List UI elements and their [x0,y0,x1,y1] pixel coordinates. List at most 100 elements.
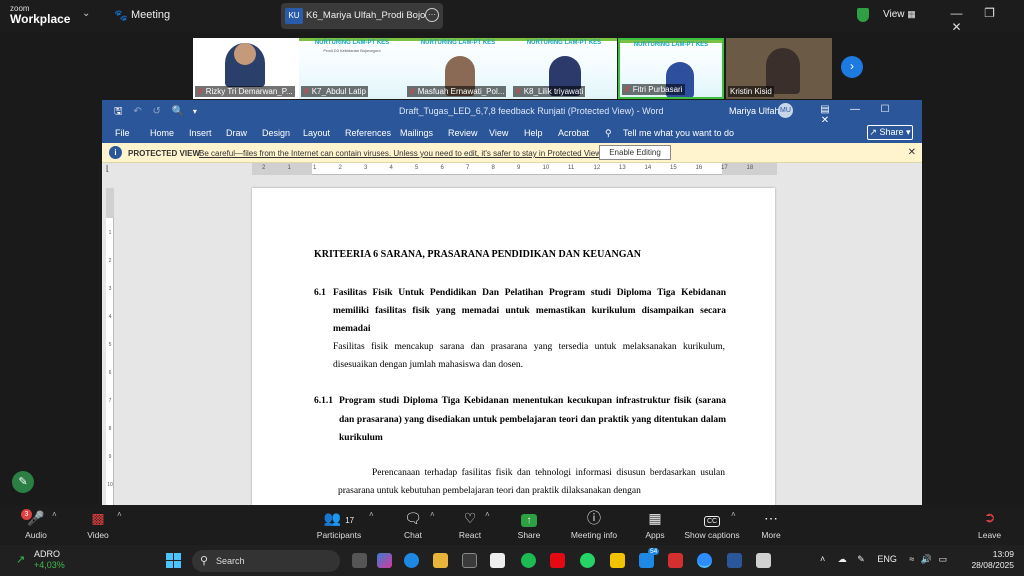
tab-acrobat[interactable]: Acrobat [558,128,589,138]
sticky-notes-icon[interactable] [610,553,625,568]
restore-icon[interactable]: ☐ [870,104,900,115]
whatsapp-icon[interactable] [580,553,595,568]
video-options[interactable]: ˄ [117,509,122,519]
participant-tile[interactable]: NURTURING LAM-PT KES Prodi D3 Kebidanan … [299,38,405,99]
grid-icon: ▦ [907,9,916,19]
zoom-icon[interactable] [697,553,712,568]
telegram-icon[interactable] [639,553,654,568]
meeting-label[interactable]: Meeting [131,9,170,21]
captions-options[interactable]: ˄ [731,509,736,519]
snipping-icon[interactable] [756,553,771,568]
acrobat-icon[interactable] [668,553,683,568]
tab-help[interactable]: Help [524,128,543,138]
ruler-tick-label: 3 [364,165,368,171]
vertical-ruler[interactable]: 1 2 3 4 5 6 7 8 9 10 [106,188,114,505]
clock[interactable]: 13:09 28/08/2025 [970,549,1014,571]
edge-icon[interactable] [404,553,419,568]
cloud-icon[interactable]: ☁ [838,554,847,564]
horizontal-ruler[interactable]: 2 1 1 2 3 4 5 6 7 8 9 10 11 12 13 14 15 16 17 18 [252,163,777,175]
chevron-down-icon[interactable]: ⌄ [82,8,90,19]
volume-icon[interactable]: 🔊 [921,554,932,564]
share-screen-button[interactable]: ↑ Share [513,509,545,540]
ruler-tick-label: 1 [287,165,291,171]
print-preview-icon[interactable]: 🔍 [172,106,184,117]
task-view-icon[interactable] [352,553,367,568]
participant-tile[interactable]: NURTURING LAM-PT KES ✗ Masfuah Ernawati_P… [405,38,511,99]
file-explorer-icon[interactable] [433,553,448,568]
customize-icon[interactable]: ▾ [193,107,197,116]
chevron-up-icon: ˄ [52,510,57,519]
participant-tile-active[interactable]: NURTURING LAM-PT KES ✗ Fitri Purbasari [618,38,724,99]
next-page-button[interactable]: › [841,56,863,78]
tab-home[interactable]: Home [150,128,174,138]
share-button[interactable]: ↗ Share ▾ [867,125,913,140]
ruler-tick-label: 4 [108,314,112,320]
copilot-icon[interactable] [377,553,392,568]
tab-design[interactable]: Design [262,128,290,138]
language-indicator[interactable]: ENG [877,554,897,564]
participants-options[interactable]: ˄ [369,509,374,519]
gallery-icon[interactable] [490,553,505,568]
undo-icon[interactable]: ↶ [133,106,141,117]
netflix-icon[interactable] [550,553,565,568]
react-button[interactable]: ♡ React [455,509,485,540]
more-icon[interactable]: ⋯ [425,8,439,22]
document-page[interactable]: KRITEERIA 6 SARANA, PRASARANA PENDIDIKAN… [252,188,908,531]
meeting-info-button[interactable]: ⓘ Meeting info [568,509,620,540]
close-icon[interactable]: ✕ [908,147,916,158]
react-options[interactable]: ˄ [485,509,490,519]
audio-options[interactable]: ˄ [52,509,57,519]
participant-tile[interactable]: NURTURING LAM-PT KES ✗ K8_Lilik triyawati [511,38,617,99]
protected-view-message[interactable]: Be careful—files from the Internet can c… [199,149,603,158]
pen-icon[interactable]: ✎ [857,554,865,564]
participant-name: ✗ Masfuah Ernawati_Pol... [407,86,507,97]
ruler-tick-label: 10 [107,482,113,488]
word-icon[interactable] [727,553,742,568]
tab-selector-icon[interactable]: ⌊ [106,164,109,173]
chat-button[interactable]: 🗨 Chat [398,509,428,540]
avatar[interactable]: MU [778,103,793,118]
restore-icon[interactable]: ❐ [973,6,1006,20]
participants-button[interactable]: 👥 17 Participants [316,509,362,540]
info-icon: ⓘ [587,510,601,526]
tab-review[interactable]: Review [448,128,478,138]
meeting-tab[interactable]: KU K6_Mariya Ulfah_Prodi Bojonegoro ⋯ [281,3,443,29]
pen-icon[interactable]: ✎ [12,471,34,493]
tab-references[interactable]: References [345,128,391,138]
store-icon[interactable] [462,553,477,568]
minimize-icon[interactable]: — [840,104,870,115]
apps-button[interactable]: ▦ Apps [640,509,670,540]
save-icon[interactable]: 🖫 [114,106,123,117]
video-button[interactable]: ▩ Video [82,509,114,540]
view-button[interactable]: View ▦ [883,9,916,20]
chevron-up-icon[interactable]: ˄ [820,554,825,564]
tab-layout[interactable]: Layout [303,128,330,138]
participant-tile[interactable]: ✗ Rizky Tri Demarwan_P... [193,38,299,99]
tell-me-search[interactable]: Tell me what you want to do [623,128,734,138]
tab-file[interactable]: File [115,128,130,138]
ruler-tick-label: 18 [746,165,754,171]
spotify-icon[interactable] [521,553,536,568]
wifi-icon[interactable]: ≈ [909,554,914,564]
leave-button[interactable]: ➲ Leave [978,509,1001,540]
minimize-icon[interactable]: — [940,6,973,20]
enable-editing-button[interactable]: Enable Editing [599,145,671,160]
windows-start-icon[interactable] [166,553,181,568]
slide-heading: NURTURING LAM-PT KES [314,40,390,46]
more-button[interactable]: ⋯ More [757,509,785,540]
ruler-tick-label: 9 [517,165,521,171]
shield-icon[interactable] [857,8,869,22]
chat-options[interactable]: ˄ [430,509,435,519]
tab-view[interactable]: View [489,128,508,138]
redo-icon[interactable]: ↺ [152,106,160,117]
battery-icon[interactable]: ▭ [939,554,948,564]
participant-tile[interactable]: Kristin Kisid [726,38,832,99]
taskbar-search[interactable]: ⚲ Search [192,550,340,572]
audio-label: Audio [25,530,47,540]
tab-mailings[interactable]: Mailings [400,128,433,138]
ribbon-display-icon[interactable]: ▤ [810,104,840,115]
tab-insert[interactable]: Insert [189,128,212,138]
video-off-icon: ▩ [91,510,105,526]
tab-draw[interactable]: Draw [226,128,247,138]
participants-label: Participants [316,530,362,540]
